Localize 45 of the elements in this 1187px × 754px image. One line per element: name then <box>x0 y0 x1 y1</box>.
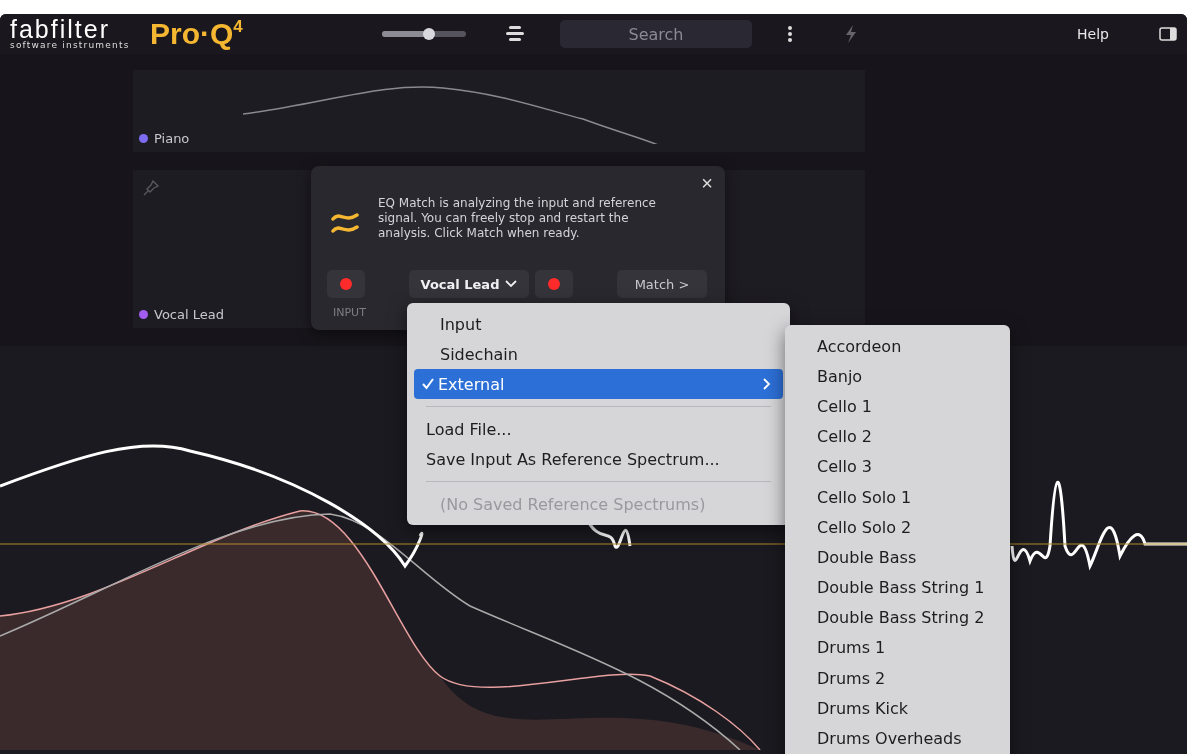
menu-item[interactable]: Save Input As Reference Spectrum... <box>414 444 783 474</box>
menu-item[interactable]: Drums 2 <box>785 663 1010 694</box>
slider-thumb[interactable] <box>423 28 436 40</box>
menu-item[interactable]: Cello 1 <box>785 391 1010 422</box>
lightning-icon[interactable] <box>844 25 858 43</box>
search-field[interactable]: Search <box>560 20 752 48</box>
menu-item[interactable]: Cello 2 <box>785 421 1010 452</box>
product-name: Pro·Q$^{4}$ <box>150 17 244 51</box>
chevron-down-icon <box>505 280 518 288</box>
menu-item[interactable]: Drums Kick <box>785 693 1010 724</box>
menu-item[interactable]: External <box>414 369 783 399</box>
menu-item[interactable]: Cello 3 <box>785 451 1010 482</box>
record-button[interactable] <box>535 270 573 298</box>
track-label: Vocal Lead <box>139 307 224 322</box>
status-message: EQ Match is analyzing the input and reference signal. You can freely stop and restart the analysis. Click Match when ready. <box>378 196 657 241</box>
panel-toggle-icon[interactable] <box>1159 27 1177 41</box>
zoom-slider[interactable] <box>382 31 466 37</box>
menu-item[interactable]: Drums Overheads <box>785 723 1010 754</box>
menu-item[interactable]: Cello Solo 1 <box>785 481 1010 513</box>
menu-item[interactable]: Accordeon <box>785 331 1010 362</box>
pin-icon[interactable] <box>143 180 159 196</box>
close-button[interactable]: × <box>701 172 713 195</box>
input-label: INPUT <box>333 306 366 319</box>
menu-item[interactable]: Double Bass <box>785 542 1010 573</box>
menu-item[interactable]: Drums 1 <box>785 632 1010 664</box>
help-link[interactable]: Help <box>1077 26 1109 42</box>
hamburger-icon[interactable] <box>506 26 524 42</box>
approx-icon <box>331 211 359 235</box>
track-label: Piano <box>139 131 190 146</box>
reference-dropdown[interactable]: Vocal Lead <box>409 270 529 298</box>
menu-item[interactable]: Double Bass String 2 <box>785 602 1010 633</box>
chevron-right-icon <box>763 378 771 390</box>
more-icon[interactable] <box>788 26 792 42</box>
menu-item[interactable]: Double Bass String 1 <box>785 572 1010 603</box>
menu-item[interactable]: Cello Solo 2 <box>785 512 1010 543</box>
menu-item[interactable]: Load File... <box>414 414 783 444</box>
checkmark-icon <box>422 378 434 390</box>
brand-tagline: software instruments <box>10 40 131 50</box>
match-button[interactable]: Match > <box>617 270 707 298</box>
menu-item: (No Saved Reference Spectrums) <box>439 493 707 516</box>
record-button[interactable] <box>327 270 365 298</box>
brand-logo: fabfilter <box>10 18 110 40</box>
menu-item[interactable]: Sidechain <box>414 339 783 369</box>
menu-item[interactable]: Input <box>414 309 783 339</box>
menu-item[interactable]: Banjo <box>785 361 1010 392</box>
